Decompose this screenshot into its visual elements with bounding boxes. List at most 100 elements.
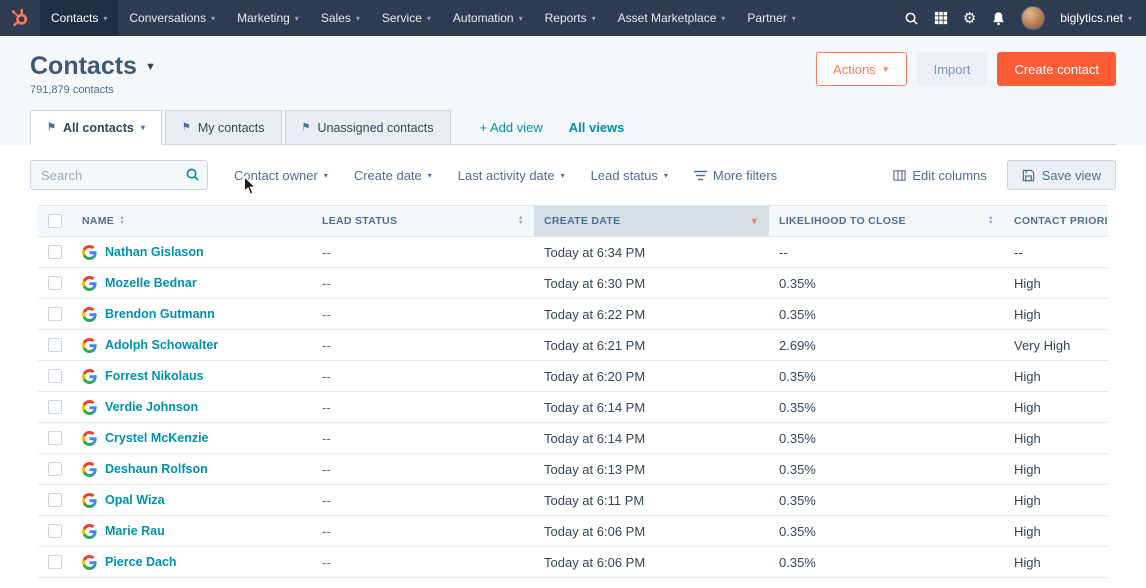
contact-name-link[interactable]: Brendon Gutmann: [105, 307, 215, 321]
contact-name-link[interactable]: Marie Rau: [105, 524, 165, 538]
nav-item-marketing[interactable]: Marketing ▾: [226, 0, 310, 36]
likelihood-cell: 0.35%: [779, 523, 816, 539]
contact-name-link[interactable]: Pierce Dach: [105, 555, 177, 569]
row-checkbox[interactable]: [48, 245, 62, 259]
table-row[interactable]: Brendon Gutmann -- Today at 6:22 PM 0.35…: [38, 299, 1108, 330]
table-row[interactable]: Deshaun Rolfson -- Today at 6:13 PM 0.35…: [38, 454, 1108, 485]
search-icon[interactable]: [904, 11, 919, 26]
nav-item-asset-marketplace[interactable]: Asset Marketplace ▾: [607, 0, 737, 36]
nav-item-reports[interactable]: Reports ▾: [534, 0, 607, 36]
all-views-link[interactable]: All views: [569, 120, 625, 144]
avatar[interactable]: [1021, 6, 1046, 30]
row-checkbox[interactable]: [48, 400, 62, 414]
row-checkbox[interactable]: [48, 369, 62, 383]
account-menu[interactable]: biglytics.net ▾: [1060, 11, 1132, 25]
contact-name-link[interactable]: Adolph Schowalter: [105, 338, 218, 352]
import-button[interactable]: Import: [916, 52, 988, 86]
contact-name-link[interactable]: Verdie Johnson: [105, 400, 198, 414]
search-input[interactable]: [30, 160, 208, 190]
nav-item-service[interactable]: Service ▾: [371, 0, 442, 36]
contact-name-cell: Forrest Nikolaus: [72, 368, 312, 384]
nav-item-contacts[interactable]: Contacts ▾: [40, 0, 119, 36]
filter-lead-status[interactable]: Lead status ▾: [591, 168, 668, 183]
row-checkbox-cell: [38, 493, 72, 507]
pin-icon: ⚑: [301, 122, 311, 133]
nav-item-sales[interactable]: Sales ▾: [310, 0, 371, 36]
row-checkbox[interactable]: [48, 431, 62, 445]
contact-name-link[interactable]: Nathan Gislason: [105, 245, 204, 259]
table-row[interactable]: Nathan Gislason -- Today at 6:34 PM -- -…: [38, 237, 1108, 268]
hubspot-logo[interactable]: [0, 0, 40, 36]
contact-name-cell: Brendon Gutmann: [72, 306, 312, 322]
column-header-lead-status[interactable]: LEAD STATUS ▲ ▼: [312, 206, 534, 236]
more-filters-button[interactable]: More filters: [693, 168, 777, 183]
likelihood-cell: 0.35%: [779, 306, 816, 322]
import-button-label: Import: [933, 61, 971, 77]
row-checkbox[interactable]: [48, 555, 62, 569]
nav-item-label: Asset Marketplace: [617, 11, 717, 25]
likelihood-cell: 0.35%: [779, 399, 816, 415]
tab-my-contacts[interactable]: ⚑ My contacts: [164, 110, 282, 144]
priority-cell: High: [1014, 306, 1041, 322]
page-title: Contacts: [30, 52, 137, 80]
chevron-down-icon: ▾: [294, 13, 299, 23]
row-checkbox[interactable]: [48, 524, 62, 538]
contact-name-link[interactable]: Crystel McKenzie: [105, 431, 209, 445]
row-checkbox[interactable]: [48, 462, 62, 476]
tab-unassigned-contacts[interactable]: ⚑ Unassigned contacts: [284, 110, 451, 144]
chevron-down-icon: ▾: [560, 170, 565, 180]
table-row[interactable]: Opal Wiza -- Today at 6:11 PM 0.35% High: [38, 485, 1108, 516]
search-icon[interactable]: [185, 167, 200, 187]
nav-item-partner[interactable]: Partner ▾: [736, 0, 806, 36]
gear-icon[interactable]: ⚙: [963, 11, 976, 26]
contact-name-link[interactable]: Deshaun Rolfson: [105, 462, 208, 476]
create-contact-button[interactable]: Create contact: [997, 52, 1116, 86]
table-row[interactable]: Marie Rau -- Today at 6:06 PM 0.35% High: [38, 516, 1108, 547]
table-row[interactable]: Pierce Dach -- Today at 6:06 PM 0.35% Hi…: [38, 547, 1108, 578]
chevron-down-icon: ▼: [881, 64, 890, 74]
contact-name-link[interactable]: Opal Wiza: [105, 493, 165, 507]
row-checkbox-cell: [38, 276, 72, 290]
column-header-likelihood-to-close[interactable]: LIKELIHOOD TO CLOSE ▲ ▼: [769, 206, 1004, 236]
row-checkbox-cell: [38, 524, 72, 538]
row-checkbox[interactable]: [48, 493, 62, 507]
google-icon: [82, 523, 97, 539]
table-row[interactable]: Adolph Schowalter -- Today at 6:21 PM 2.…: [38, 330, 1108, 361]
row-checkbox-cell: [38, 245, 72, 259]
likelihood-cell: 0.35%: [779, 492, 816, 508]
edit-columns-button[interactable]: Edit columns: [893, 168, 987, 183]
row-checkbox[interactable]: [48, 307, 62, 321]
search-box: [30, 160, 208, 190]
bell-icon[interactable]: [991, 11, 1006, 26]
add-view-link[interactable]: + Add view: [480, 120, 543, 144]
filter-last-activity-date[interactable]: Last activity date ▾: [458, 168, 565, 183]
tab-all-contacts[interactable]: ⚑ All contacts ▾: [30, 110, 162, 145]
nav-item-conversations[interactable]: Conversations ▾: [118, 0, 226, 36]
contact-name-link[interactable]: Forrest Nikolaus: [105, 369, 204, 383]
actions-button[interactable]: Actions ▼: [816, 52, 907, 86]
nav-item-label: Marketing: [237, 11, 290, 25]
table-row[interactable]: Forrest Nikolaus -- Today at 6:20 PM 0.3…: [38, 361, 1108, 392]
table-row[interactable]: Mozelle Bednar -- Today at 6:30 PM 0.35%…: [38, 268, 1108, 299]
likelihood-cell: 0.35%: [779, 275, 816, 291]
row-checkbox-cell: [38, 431, 72, 445]
table-row[interactable]: Verdie Johnson -- Today at 6:14 PM 0.35%…: [38, 392, 1108, 423]
contact-name-cell: Marie Rau: [72, 523, 312, 539]
column-header-create-date[interactable]: CREATE DATE ▼: [534, 206, 769, 236]
select-all-checkbox[interactable]: [48, 214, 62, 228]
filter-contact-owner[interactable]: Contact owner ▾: [234, 168, 328, 183]
table-row[interactable]: Crystel McKenzie -- Today at 6:14 PM 0.3…: [38, 423, 1108, 454]
row-checkbox[interactable]: [48, 276, 62, 290]
contact-name-link[interactable]: Mozelle Bednar: [105, 276, 197, 290]
column-header-name[interactable]: NAME ▲ ▼: [72, 206, 312, 236]
column-header-contact-priority[interactable]: CONTACT PRIORITY: [1004, 206, 1108, 236]
page-title-dropdown[interactable]: Contacts ▼: [30, 52, 156, 81]
marketplace-grid-icon[interactable]: [934, 11, 948, 25]
row-checkbox[interactable]: [48, 338, 62, 352]
google-icon: [82, 554, 97, 570]
nav-item-automation[interactable]: Automation ▾: [442, 0, 534, 36]
priority-cell: High: [1014, 523, 1041, 539]
nav-item-label: Partner: [747, 11, 787, 25]
save-view-button[interactable]: Save view: [1006, 160, 1116, 190]
filter-create-date[interactable]: Create date ▾: [354, 168, 432, 183]
